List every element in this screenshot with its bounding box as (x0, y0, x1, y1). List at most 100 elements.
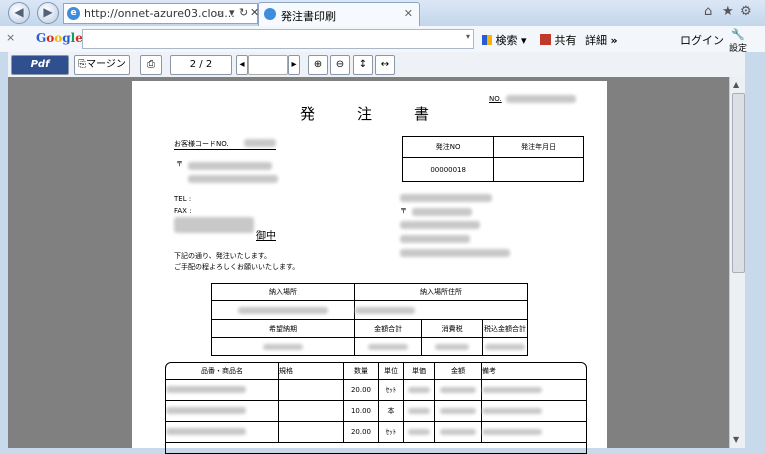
wrench-icon: 🔧 (731, 28, 745, 41)
due-date-value (210, 337, 356, 356)
tel-label: TEL : (174, 195, 192, 203)
address-bar[interactable]: e http://onnet-azure03.clou... ⌕ ▾ ↻ ✕ (63, 3, 259, 24)
redacted-customer-address-2 (188, 175, 278, 183)
back-button[interactable]: ◀ (8, 2, 30, 24)
item-price-cell (403, 399, 435, 422)
settings-button[interactable]: 🔧 設定 (727, 28, 749, 54)
item-price-cell (403, 420, 435, 443)
ie-icon (264, 8, 276, 20)
scroll-up-icon[interactable]: ▲ (733, 80, 739, 89)
forward-button[interactable]: ▶ (37, 2, 59, 24)
item-price-cell (403, 378, 435, 401)
delivery-table: 納入場所 納入場所住所 希望納期 金額合計 消費税 税込金額合計 (210, 283, 528, 356)
redacted-company-address (412, 208, 472, 216)
ie-icon: e (67, 7, 80, 20)
redacted-customer-name (174, 217, 254, 233)
dropdown-icon[interactable]: ▾ (229, 6, 235, 19)
address-url[interactable]: http://onnet-azure03.clou... (84, 7, 235, 20)
customer-code-label: お客様コードNO. (174, 140, 229, 148)
fit-width-icon: ↔ (380, 59, 390, 70)
items-table: 品番・商品名 規格 数量 単位 単価 金額 備考 20.00 ｾｯﾄ 10.00… (166, 363, 586, 443)
margin-button[interactable]: ⎘マージン (74, 55, 130, 75)
search-label: 検索 (495, 34, 518, 47)
redacted-doc-no (506, 95, 576, 103)
home-icon[interactable]: ⌂ (704, 4, 712, 19)
items-table-frame: 品番・商品名 規格 数量 単位 単価 金額 備考 20.00 ｾｯﾄ 10.00… (165, 362, 587, 454)
close-toolbar-icon[interactable]: × (6, 31, 15, 44)
amount-total-value (354, 337, 423, 356)
details-button[interactable]: 詳細 » (585, 32, 618, 48)
tab-order-print[interactable]: 発注書印刷 ✕ (258, 2, 420, 26)
favorites-icon[interactable]: ★ (722, 4, 734, 19)
tab-close-icon[interactable]: ✕ (404, 7, 413, 20)
intro-line-2: ご手配の程よろしくお願いいたします。 (174, 263, 300, 271)
item-amount-cell (434, 378, 482, 401)
scroll-down-icon[interactable]: ▼ (733, 435, 739, 444)
share-button[interactable]: 共有 (540, 32, 577, 48)
delivery-address-value (354, 300, 528, 320)
tax-header: 消費税 (421, 319, 484, 338)
item-spec-cell (278, 378, 344, 401)
fax-label: FAX : (174, 207, 192, 215)
pdf-logo: Pdf (11, 55, 69, 75)
zoom-in-icon: ⊕ (313, 59, 323, 70)
item-unit: 本 (378, 399, 404, 422)
fit-height-button[interactable]: ↕ (353, 55, 373, 75)
pdf-toolbar: Pdf ⎘マージン ⎙ 2 / 2 ◂ ▸ ⊕ ⊖ ↕ ↔ (8, 52, 753, 77)
tax-included-total-header: 税込金額合計 (482, 319, 528, 338)
item-qty: 20.00 (343, 378, 379, 401)
item-qty: 10.00 (343, 399, 379, 422)
customer-code-underline (174, 149, 276, 150)
zoom-out-button[interactable]: ⊖ (330, 55, 350, 75)
page-slider[interactable] (248, 55, 288, 75)
document-page: 発 注 書 NO. お客様コードNO. 〒 TEL : FAX : 御中 下記の… (132, 81, 607, 454)
prev-page-button[interactable]: ◂ (236, 55, 248, 75)
scrollbar-thumb[interactable] (732, 93, 745, 273)
browser-title-bar: ◀ ▶ e http://onnet-azure03.clou... ⌕ ▾ ↻… (0, 0, 765, 26)
amount-total-header: 金額合計 (354, 319, 423, 338)
items-header-note: 備考 (481, 363, 586, 380)
redacted-company-address-2 (400, 221, 480, 229)
item-name-cell (166, 378, 279, 401)
next-page-button[interactable]: ▸ (288, 55, 300, 75)
vertical-scrollbar[interactable]: ▲ ▼ (729, 77, 746, 448)
page-setup-icon: ⎘ (78, 59, 87, 70)
item-unit: ｾｯﾄ (378, 378, 404, 401)
refresh-icon[interactable]: ↻ (239, 6, 248, 19)
print-button[interactable]: ⎙ (140, 55, 162, 75)
google-logo: Google (36, 31, 83, 45)
fit-width-button[interactable]: ↔ (375, 55, 395, 75)
postal-mark: 〒 (176, 160, 183, 168)
redacted-company-tel (400, 235, 470, 243)
document-no-label: NO. (489, 95, 502, 103)
item-amount-cell (434, 420, 482, 443)
items-header-name: 品番・商品名 (166, 363, 279, 380)
zoom-out-icon: ⊖ (335, 59, 345, 70)
search-icon[interactable]: ⌕ (217, 6, 223, 20)
delivery-place-header: 納入場所 (210, 283, 356, 301)
redacted-company-email (400, 249, 510, 257)
item-note-cell (481, 399, 586, 422)
item-spec-cell (278, 420, 344, 443)
table-row: 20.00 ｾｯﾄ (166, 378, 586, 401)
google-search-input[interactable]: ▾ (82, 29, 474, 49)
redacted-customer-code (244, 139, 276, 147)
items-header-price: 単価 (403, 363, 435, 380)
document-title: 発 注 書 (300, 105, 434, 123)
redacted-customer-address (188, 162, 272, 170)
gear-icon[interactable]: ⚙ (740, 4, 752, 19)
chevron-down-icon[interactable]: ▾ (466, 32, 470, 41)
margin-label: マージン (86, 59, 126, 70)
item-note-cell (481, 420, 586, 443)
items-header-qty: 数量 (343, 363, 379, 380)
login-link[interactable]: ログイン (680, 32, 724, 48)
details-label: 詳細 (585, 34, 607, 47)
zoom-in-button[interactable]: ⊕ (308, 55, 328, 75)
item-name-cell (166, 420, 279, 443)
google-g-icon (482, 35, 492, 45)
more-icon: » (610, 34, 618, 47)
search-button[interactable]: 検索 ▾ (482, 32, 527, 48)
item-qty: 20.00 (343, 420, 379, 443)
item-spec-cell (278, 399, 344, 422)
printer-icon: ⎙ (147, 59, 155, 70)
